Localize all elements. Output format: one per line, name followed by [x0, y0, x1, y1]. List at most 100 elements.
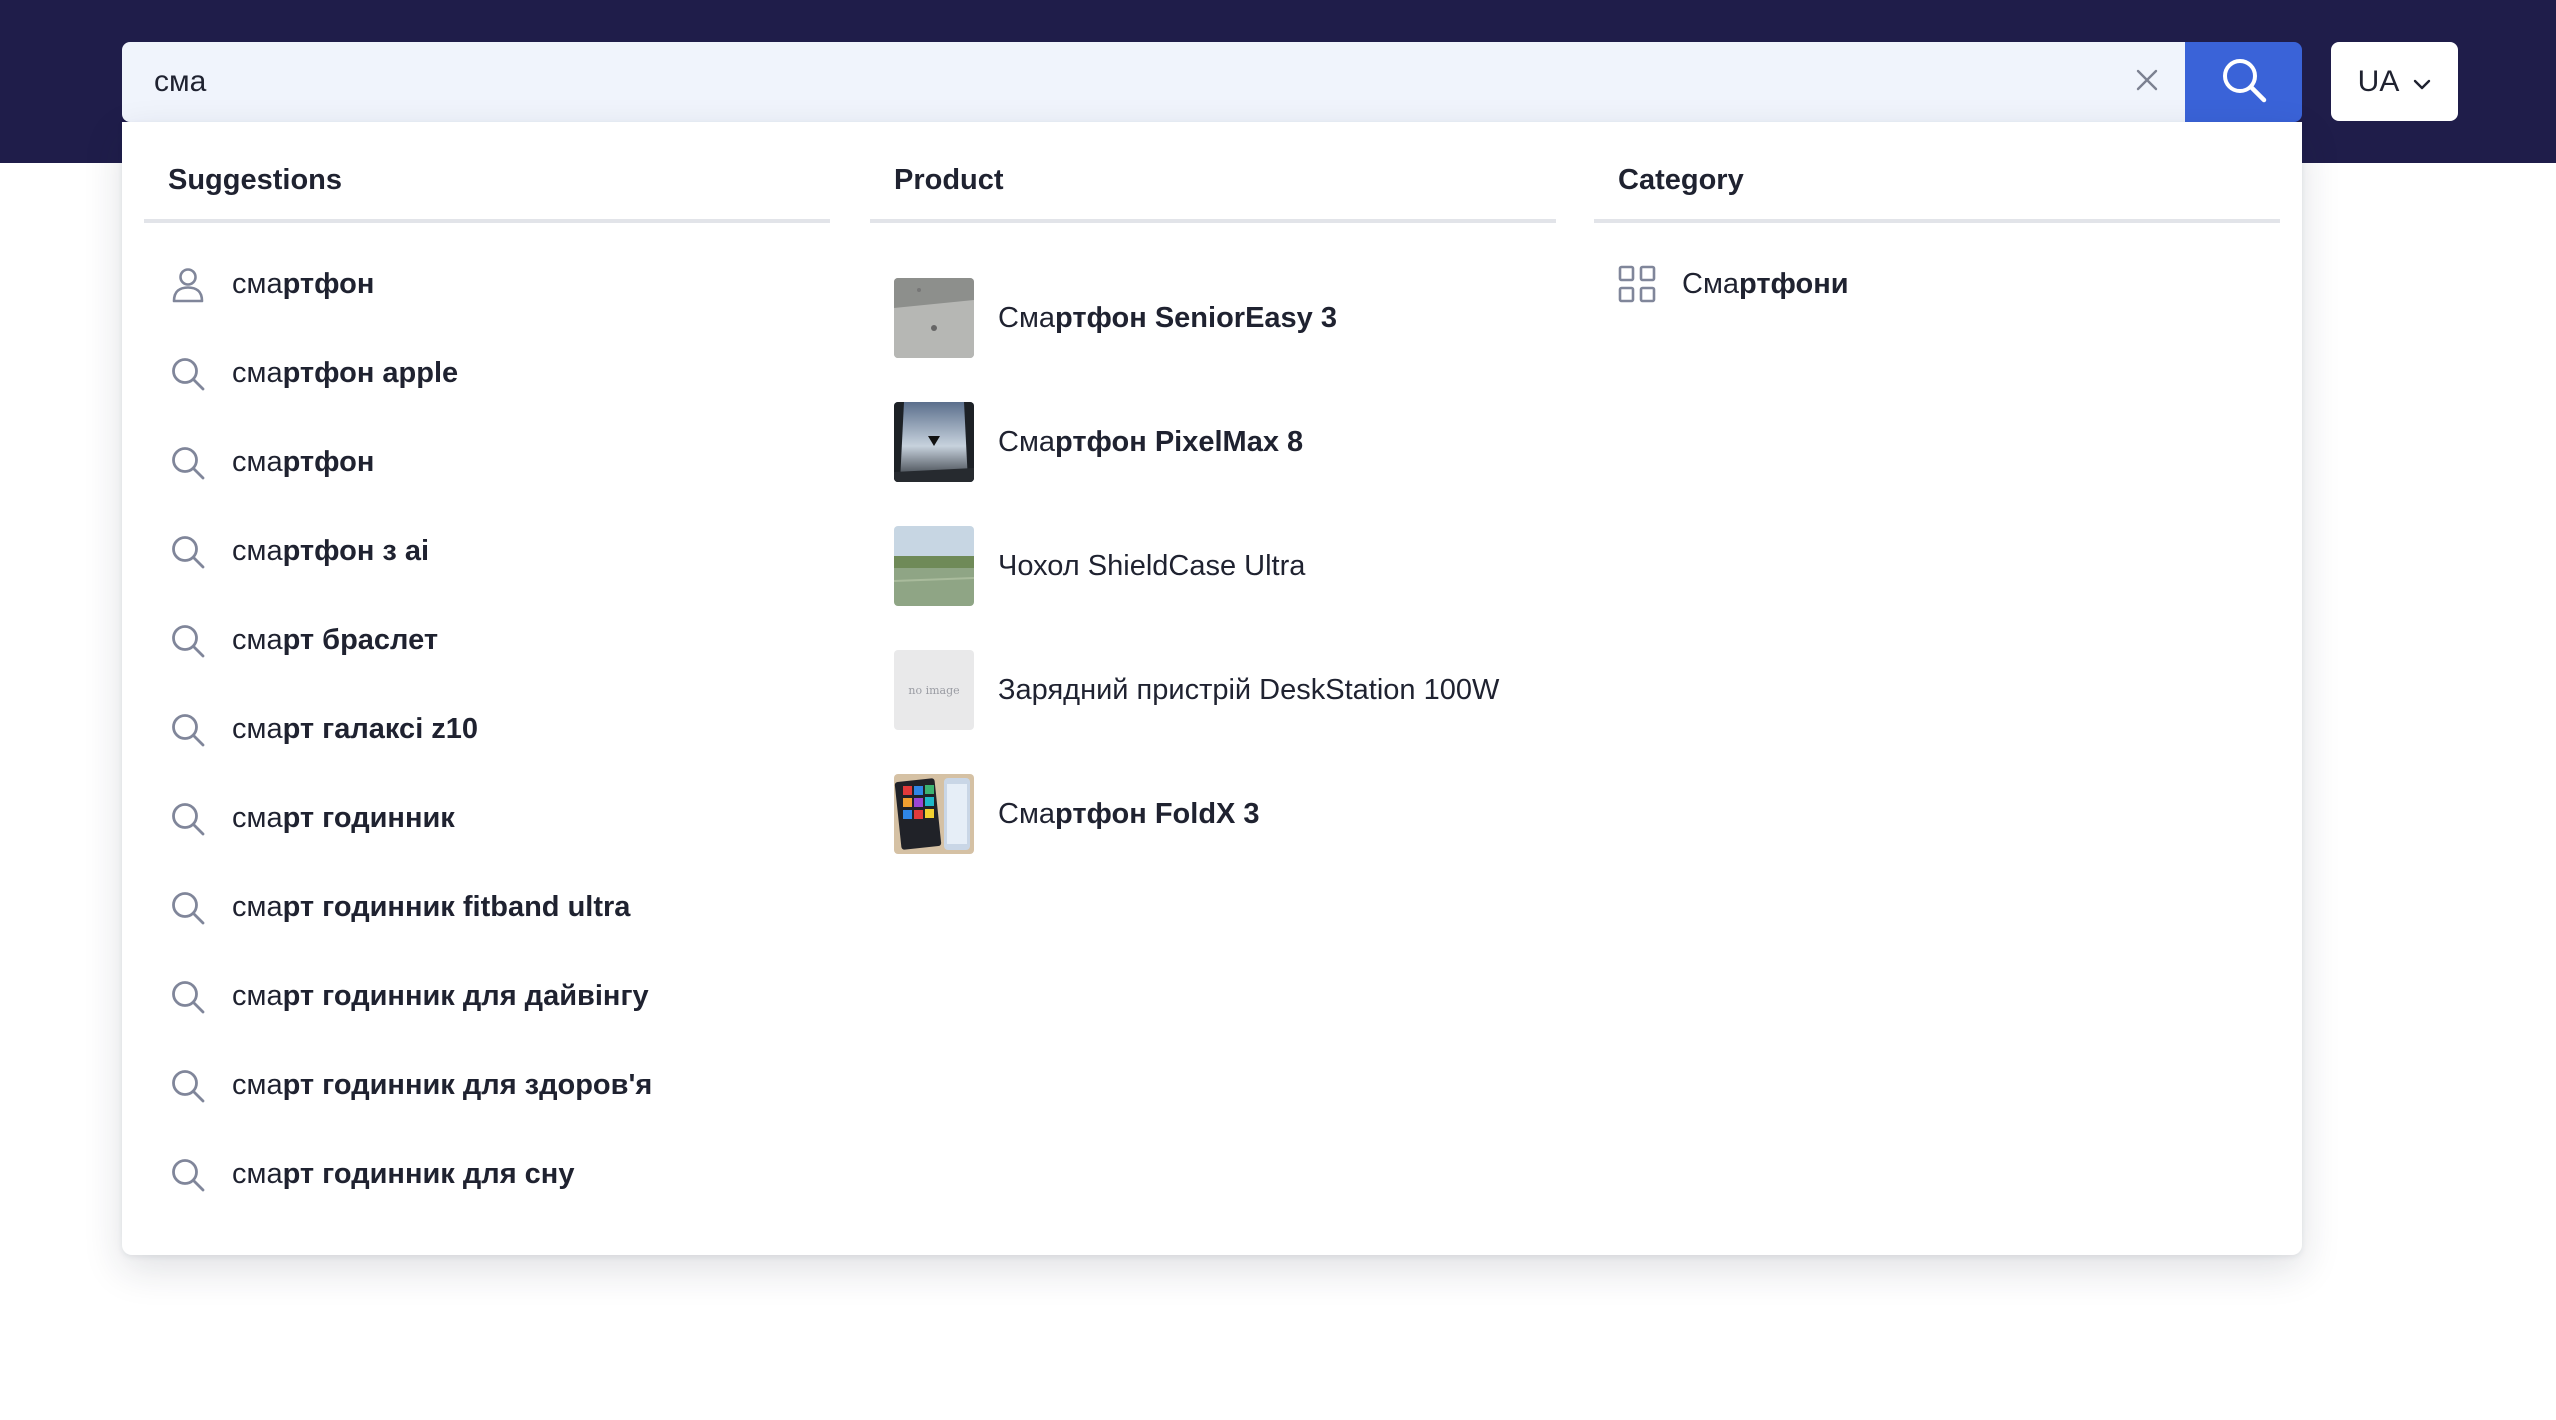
suggestion-match: сма: [232, 802, 283, 834]
search-icon: [168, 888, 208, 928]
product-name-match: Чохол ShieldCase Ultra: [998, 549, 1306, 582]
suggestion-item[interactable]: смарт браслет: [144, 596, 830, 685]
product-name-match: Сма: [998, 301, 1056, 334]
suggestion-completion: ртфон: [282, 268, 375, 300]
suggestion-text: смарт годинник fitband ultra: [232, 891, 630, 924]
product-item[interactable]: no image Зарядний пристрій DeskStation 10…: [870, 628, 1556, 752]
suggestion-text: смартфон: [232, 268, 374, 301]
category-name: Смартфони: [1682, 268, 1849, 301]
product-name: Смартфон SeniorEasy 3: [998, 302, 1337, 335]
suggestion-item[interactable]: смартфон з ai: [144, 507, 830, 596]
suggestion-item[interactable]: смартфон: [144, 418, 830, 507]
product-name-completion: ртфон SeniorEasy 3: [1055, 301, 1337, 334]
search-icon: [168, 1066, 208, 1106]
products-list: Смартфон SeniorEasy 3 Смартфон PixelMax 8…: [870, 223, 1556, 876]
suggestions-heading: Suggestions: [144, 122, 830, 223]
suggestions-column: Suggestions смартфон смартфон apple смартф…: [144, 122, 830, 1219]
search-icon: [168, 532, 208, 572]
suggestion-completion: рт годинник fitband ultra: [282, 891, 631, 923]
suggestion-match: сма: [232, 357, 283, 389]
product-item[interactable]: Смартфон SeniorEasy 3: [870, 256, 1556, 380]
category-item[interactable]: Смартфони: [1594, 240, 2280, 329]
suggestion-completion: рт годинник для здоров'я: [282, 1069, 653, 1101]
search-input[interactable]: [122, 42, 2107, 122]
suggestions-list: смартфон смартфон apple смартфон смартфон з…: [144, 223, 830, 1219]
suggestion-completion: ртфон apple: [282, 357, 459, 389]
suggestion-match: сма: [232, 1069, 283, 1101]
products-heading: Product: [870, 122, 1556, 223]
suggestion-match: сма: [232, 713, 283, 745]
product-name-completion: ртфон PixelMax 8: [1055, 425, 1304, 458]
product-name-match: Зарядний пристрій DeskStation 100W: [998, 673, 1500, 706]
language-select[interactable]: UA: [2331, 42, 2458, 121]
product-name: Чохол ShieldCase Ultra: [998, 550, 1305, 583]
search-icon: [168, 354, 208, 394]
product-name-match: Сма: [998, 425, 1056, 458]
suggestion-text: смартфон: [232, 446, 374, 479]
search-icon: [168, 799, 208, 839]
product-thumbnail: [894, 402, 974, 482]
suggestion-match: сма: [232, 268, 283, 300]
suggestion-item[interactable]: смарт годинник: [144, 774, 830, 863]
product-item[interactable]: Смартфон FoldX 3: [870, 752, 1556, 876]
suggestion-text: смарт годинник для дайвінгу: [232, 980, 649, 1013]
chevron-down-icon: [2413, 65, 2431, 99]
close-icon: [2136, 69, 2158, 96]
suggestion-text: смарт годинник для здоров'я: [232, 1069, 652, 1102]
search-icon: [168, 443, 208, 483]
product-item[interactable]: Смартфон PixelMax 8: [870, 380, 1556, 504]
product-thumbnail: [894, 526, 974, 606]
clear-search-button[interactable]: [2107, 42, 2187, 122]
grid-icon: [1618, 265, 1658, 305]
suggestion-match: сма: [232, 980, 283, 1012]
suggestion-text: смарт годинник для сну: [232, 1158, 574, 1191]
suggestion-match: сма: [232, 624, 283, 656]
search-icon: [168, 710, 208, 750]
suggestion-text: смарт браслет: [232, 624, 438, 657]
suggestion-item[interactable]: смарт годинник fitband ultra: [144, 863, 830, 952]
product-name: Зарядний пристрій DeskStation 100W: [998, 674, 1499, 707]
search-icon: [168, 977, 208, 1017]
suggestion-text: смартфон apple: [232, 357, 458, 390]
suggestion-completion: рт галаксі z10: [282, 713, 479, 745]
category-name-match: Сма: [1682, 268, 1740, 300]
suggestion-completion: рт годинник: [282, 802, 455, 834]
suggestion-completion: рт годинник для сну: [282, 1158, 575, 1190]
suggestion-item[interactable]: смартфон apple: [144, 329, 830, 418]
product-name-match: Сма: [998, 797, 1056, 830]
search-button[interactable]: [2185, 42, 2302, 122]
product-name: Смартфон PixelMax 8: [998, 426, 1303, 459]
suggestion-match: сма: [232, 891, 283, 923]
product-thumbnail: [894, 774, 974, 854]
suggestion-match: сма: [232, 535, 283, 567]
search-icon: [2220, 56, 2268, 109]
suggestion-match: сма: [232, 1158, 283, 1190]
product-thumbnail: [894, 278, 974, 358]
category-name-completion: ртфони: [1739, 268, 1849, 300]
product-name-completion: ртфон FoldX 3: [1055, 797, 1260, 830]
language-value: UA: [2357, 64, 2400, 98]
suggestion-completion: ртфон з ai: [282, 535, 430, 567]
search-icon: [168, 621, 208, 661]
product-thumbnail: no image: [894, 650, 974, 730]
user-icon: [168, 265, 208, 305]
suggestion-match: сма: [232, 446, 283, 478]
product-item[interactable]: Чохол ShieldCase Ultra: [870, 504, 1556, 628]
product-name: Смартфон FoldX 3: [998, 798, 1260, 831]
search-box: [122, 42, 2187, 122]
products-column: Product Смартфон SeniorEasy 3 Смартфон Pi…: [870, 122, 1556, 876]
categories-column: Category Смартфони: [1594, 122, 2280, 329]
categories-heading: Category: [1594, 122, 2280, 223]
categories-list: Смартфони: [1594, 240, 2280, 329]
no-image-label: no image: [908, 683, 960, 697]
suggestion-item[interactable]: смарт годинник для здоров'я: [144, 1041, 830, 1130]
suggestion-item[interactable]: смарт годинник для сну: [144, 1130, 830, 1219]
suggestion-item[interactable]: смартфон: [144, 240, 830, 329]
suggestion-completion: рт браслет: [282, 624, 439, 656]
search-icon: [168, 1155, 208, 1195]
suggestion-item[interactable]: смарт галаксі z10: [144, 685, 830, 774]
suggestion-item[interactable]: смарт годинник для дайвінгу: [144, 952, 830, 1041]
suggestion-text: смарт галаксі z10: [232, 713, 478, 746]
suggestion-completion: ртфон: [282, 446, 375, 478]
suggestion-completion: рт годинник для дайвінгу: [282, 980, 649, 1012]
